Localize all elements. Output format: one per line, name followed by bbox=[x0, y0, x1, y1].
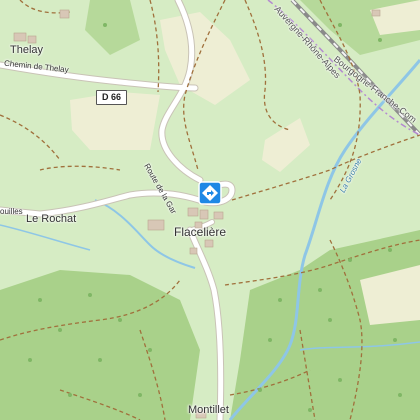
place-label-edge: ouilles bbox=[0, 207, 23, 216]
map-canvas[interactable]: Thelay Chemin de Thelay D 66 Route de la… bbox=[0, 0, 420, 420]
place-label-le-rochat: Le Rochat bbox=[26, 213, 77, 225]
directions-icon bbox=[198, 181, 222, 205]
place-label-thelay: Thelay bbox=[10, 44, 44, 56]
place-label-flaceliere: Flacelière bbox=[174, 225, 227, 239]
location-marker[interactable] bbox=[198, 181, 222, 205]
map-base-layer bbox=[0, 0, 420, 420]
place-label-montillet: Montillet bbox=[188, 404, 229, 416]
road-number-badge-d66: D 66 bbox=[96, 90, 128, 105]
